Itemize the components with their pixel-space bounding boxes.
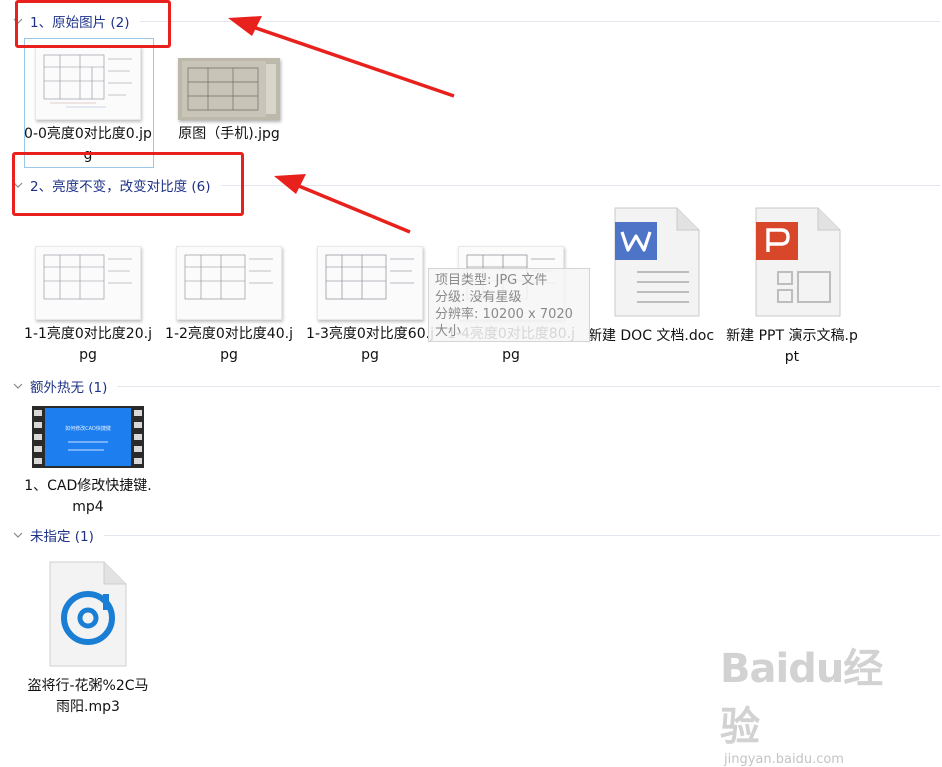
watermark-url: jingyan.baidu.com <box>724 752 844 767</box>
annotation-arrows <box>228 16 455 234</box>
watermark-brand: Baidu经验 <box>720 646 883 750</box>
arrow-head-icon <box>228 16 262 36</box>
arrow-head-icon <box>274 174 306 194</box>
baidu-watermark: Baidu经验 jingyan.baidu.com <box>720 636 892 767</box>
